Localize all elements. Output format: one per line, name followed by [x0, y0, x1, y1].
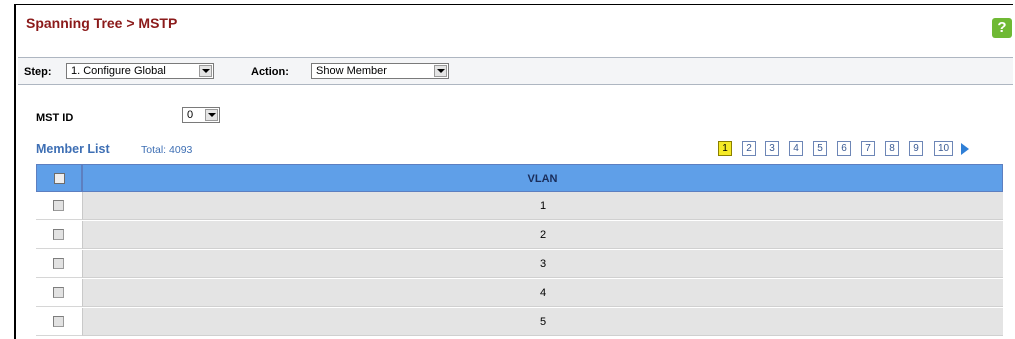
help-icon[interactable]: ? [992, 18, 1012, 38]
vlan-cell: 5 [82, 308, 1003, 336]
page-button-7[interactable]: 7 [861, 141, 875, 156]
chevron-down-icon [205, 109, 218, 121]
row-checkbox[interactable] [53, 200, 64, 211]
action-select[interactable]: Show Member [311, 63, 449, 79]
action-select-value: Show Member [316, 65, 387, 77]
page-title: Spanning Tree > MSTP [26, 15, 178, 31]
row-checkbox-cell [36, 250, 82, 278]
table-row: 2 [36, 221, 1003, 249]
page-button-4[interactable]: 4 [789, 141, 803, 156]
row-checkbox-cell [36, 221, 82, 249]
vlan-cell: 3 [82, 250, 1003, 278]
row-checkbox-cell [36, 308, 82, 336]
member-total: Total: 4093 [141, 144, 193, 156]
table-row: 3 [36, 250, 1003, 278]
table-row: 4 [36, 279, 1003, 307]
chevron-down-icon [434, 65, 447, 77]
row-checkbox-cell [36, 279, 82, 307]
step-select-value: 1. Configure Global [71, 65, 166, 77]
vlan-cell: 1 [82, 192, 1003, 220]
table-row: 5 [36, 308, 1003, 336]
action-label: Action: [251, 66, 289, 78]
content-frame: Spanning Tree > MSTP ? Step: 1. Configur… [14, 4, 1013, 339]
row-checkbox[interactable] [53, 287, 64, 298]
row-checkbox-cell [36, 192, 82, 220]
row-checkbox[interactable] [53, 229, 64, 240]
page-button-10[interactable]: 10 [934, 141, 953, 156]
step-select[interactable]: 1. Configure Global [66, 63, 214, 79]
mst-id-label: MST ID [36, 112, 74, 124]
page-button-2[interactable]: 2 [742, 141, 756, 156]
row-checkbox[interactable] [53, 316, 64, 327]
vlan-cell: 4 [82, 279, 1003, 307]
page-button-6[interactable]: 6 [837, 141, 851, 156]
select-all-cell [36, 164, 82, 192]
next-page-icon[interactable] [961, 143, 969, 155]
mst-id-select[interactable]: 0 [182, 107, 220, 123]
mst-id-value: 0 [187, 109, 194, 121]
page-button-8[interactable]: 8 [885, 141, 899, 156]
select-all-checkbox[interactable] [54, 173, 65, 184]
vlan-cell: 2 [82, 221, 1003, 249]
step-bar: Step: 1. Configure Global Action: Show M… [18, 57, 1013, 85]
page-button-1[interactable]: 1 [718, 141, 732, 156]
page-button-5[interactable]: 5 [813, 141, 827, 156]
table-header-row: VLAN [36, 164, 1003, 192]
row-checkbox[interactable] [53, 258, 64, 269]
table-row: 1 [36, 192, 1003, 220]
column-header-vlan: VLAN [82, 164, 1003, 192]
step-label: Step: [24, 66, 52, 78]
member-list-heading: Member List [36, 142, 110, 156]
page-button-3[interactable]: 3 [765, 141, 779, 156]
title-bar: Spanning Tree > MSTP ? [16, 5, 1013, 39]
chevron-down-icon [199, 65, 212, 77]
page-button-9[interactable]: 9 [909, 141, 923, 156]
